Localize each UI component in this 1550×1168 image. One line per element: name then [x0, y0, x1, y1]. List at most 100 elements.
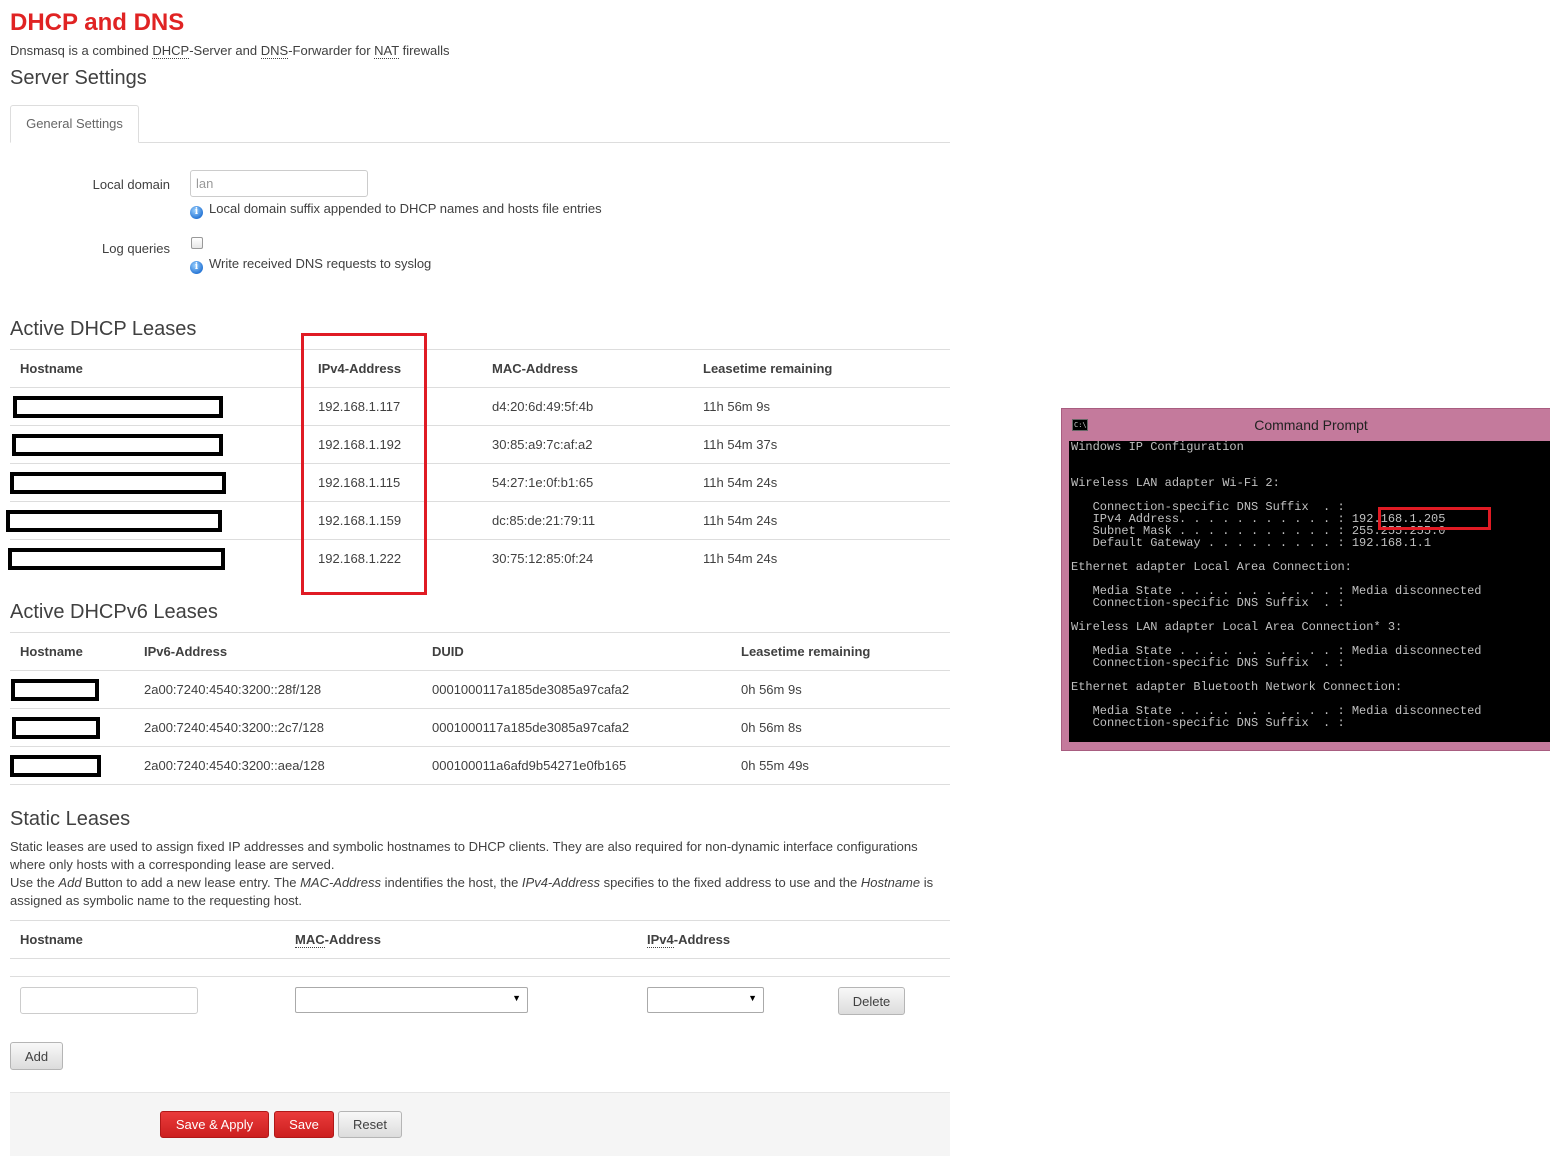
- desc-text: -Forwarder for: [288, 43, 375, 58]
- local-domain-input[interactable]: [190, 170, 368, 197]
- static-leases-usage: Use the Add Button to add a new lease en…: [10, 874, 950, 910]
- dhcp-leases-table: Hostname IPv4-Address MAC-Address Leaset…: [6, 349, 950, 578]
- mac-cell: 30:85:a9:7c:af:a2: [482, 425, 693, 464]
- hostname-cell: [10, 670, 134, 709]
- table-header-row: Hostname IPv4-Address MAC-Address Leaset…: [10, 349, 950, 388]
- table-row: 2a00:7240:4540:3200::aea/128 000100011a6a…: [10, 746, 950, 785]
- reset-button[interactable]: Reset: [338, 1111, 402, 1138]
- table-row: 192.168.1.222 30:75:12:85:0f:24 11h 54m 24…: [8, 540, 950, 578]
- mac-cell: 54:27:1e:0f:b1:65: [482, 463, 693, 502]
- command-prompt-window: C:\ Command Prompt Windows IP Configurat…: [1061, 408, 1550, 751]
- log-queries-checkbox[interactable]: [191, 237, 203, 249]
- redacted-hostname: [11, 678, 99, 701]
- duid-cell: 000100011a6afd9b54271e0fb165: [422, 746, 731, 785]
- redacted-hostname: [12, 716, 100, 739]
- usage-em: MAC-Address: [300, 875, 381, 890]
- dhcpv6-leases-table: Hostname IPv6-Address DUID Leasetime rem…: [10, 632, 950, 785]
- lease-cell: 0h 56m 8s: [731, 708, 950, 747]
- table-row: 2a00:7240:4540:3200::2c7/128 0001000117a1…: [10, 708, 950, 747]
- hostname-cell: [10, 708, 134, 747]
- page-title: DHCP and DNS: [10, 9, 185, 36]
- dhcp-abbr: DHCP: [152, 43, 190, 59]
- table-header-row: Hostname MAC-Address IPv4-Address: [10, 920, 950, 959]
- hostname-cell: [6, 501, 308, 540]
- tab-general-settings[interactable]: General Settings: [10, 105, 139, 143]
- static-leases-description: Static leases are used to assign fixed I…: [10, 839, 918, 872]
- help-text: Local domain suffix appended to DHCP nam…: [209, 201, 602, 216]
- table-row: 192.168.1.117 d4:20:6d:49:5f:4b 11h 56m 9s: [10, 387, 950, 426]
- usage-text: indentifies the host, the: [380, 875, 522, 890]
- delete-button[interactable]: Delete: [838, 987, 905, 1015]
- usage-em: Add: [58, 875, 82, 890]
- desc-text: firewalls: [398, 43, 450, 58]
- dhcpv6-leases-title: Active DHCPv6 Leases: [10, 601, 218, 623]
- usage-em: IPv4-Address: [521, 875, 600, 890]
- cmd-console[interactable]: Windows IP Configuration Wireless LAN ad…: [1069, 441, 1550, 742]
- ipv6-cell: 2a00:7240:4540:3200::2c7/128: [134, 708, 422, 747]
- usage-em: Hostname: [860, 875, 921, 890]
- page-description: Dnsmasq is a combined DHCP-Server and DN…: [10, 43, 450, 59]
- mac-cell: d4:20:6d:49:5f:4b: [482, 387, 693, 426]
- column-header-hostname: Hostname: [10, 349, 308, 388]
- row-divider: [10, 976, 950, 977]
- duid-cell: 0001000117a185de3085a97cafa2: [422, 670, 731, 709]
- header-text: -Address: [673, 932, 731, 947]
- lease-cell: 11h 54m 24s: [693, 501, 950, 540]
- redacted-hostname: [12, 433, 223, 456]
- hostname-cell: [8, 540, 308, 578]
- redacted-hostname: [10, 754, 101, 777]
- settings-tabs: General Settings: [10, 105, 950, 143]
- save-button[interactable]: Save: [274, 1111, 334, 1138]
- cmd-output: Windows IP Configuration Wireless LAN ad…: [1071, 441, 1482, 730]
- table-header-row: Hostname IPv6-Address DUID Leasetime rem…: [10, 632, 950, 671]
- log-queries-label: Log queries: [102, 241, 170, 256]
- dns-abbr: DNS: [260, 43, 289, 59]
- dropdown-arrow-icon: ▼: [512, 993, 521, 1003]
- add-button[interactable]: Add: [10, 1042, 63, 1070]
- mac-abbr: MAC: [295, 932, 325, 948]
- table-row: 192.168.1.159 dc:85:de:21:79:11 11h 54m 24…: [6, 501, 950, 540]
- ipv4-abbr: IPv4: [647, 932, 674, 948]
- hostname-cell: [10, 746, 134, 785]
- info-icon: i: [190, 261, 203, 274]
- lease-cell: 0h 55m 49s: [731, 746, 950, 785]
- lease-cell: 11h 54m 37s: [693, 425, 950, 464]
- static-hostname-input[interactable]: [20, 987, 198, 1014]
- static-ipv4-select[interactable]: ▼: [647, 987, 764, 1013]
- nat-abbr: NAT: [374, 43, 399, 59]
- dropdown-arrow-icon: ▼: [748, 993, 757, 1003]
- column-header-duid: DUID: [422, 632, 731, 671]
- column-header-ipv6: IPv6-Address: [134, 632, 422, 671]
- lease-cell: 0h 56m 9s: [731, 670, 950, 709]
- hostname-cell: [10, 425, 308, 464]
- hostname-cell: [10, 387, 308, 426]
- save-apply-button[interactable]: Save & Apply: [160, 1111, 269, 1138]
- static-leases-table: Hostname MAC-Address IPv4-Address: [10, 920, 950, 959]
- ipv6-cell: 2a00:7240:4540:3200::aea/128: [134, 746, 422, 785]
- log-queries-help: i Write received DNS requests to syslog: [190, 256, 431, 274]
- static-mac-select[interactable]: ▼: [295, 987, 528, 1013]
- table-row: 192.168.1.115 54:27:1e:0f:b1:65 11h 54m 24…: [10, 463, 950, 502]
- lease-cell: 11h 54m 24s: [703, 551, 778, 567]
- server-settings-title: Server Settings: [10, 67, 147, 89]
- local-domain-label: Local domain: [92, 177, 170, 192]
- lease-cell: 11h 56m 9s: [693, 387, 950, 426]
- desc-text: Dnsmasq is a combined: [10, 43, 153, 58]
- help-text: Write received DNS requests to syslog: [209, 256, 432, 271]
- dhcp-leases-title: Active DHCP Leases: [10, 318, 197, 340]
- desc-text: -Server and: [189, 43, 261, 58]
- usage-text: Use the: [10, 875, 59, 890]
- redacted-hostname: [10, 471, 226, 494]
- column-header-mac: MAC-Address: [285, 920, 637, 959]
- redacted-hostname: [6, 509, 222, 532]
- usage-text: Button to add a new lease entry. The: [81, 875, 301, 890]
- usage-text: specifies to the fixed address to use an…: [599, 875, 861, 890]
- table-row: 2a00:7240:4540:3200::28f/128 0001000117a1…: [10, 670, 950, 709]
- info-icon: i: [190, 206, 203, 219]
- column-header-mac: MAC-Address: [482, 349, 693, 388]
- cmd-window-title: Command Prompt: [1254, 417, 1368, 433]
- static-leases-title: Static Leases: [10, 808, 131, 830]
- mac-cell: 30:75:12:85:0f:24: [492, 551, 594, 567]
- header-text: -Address: [324, 932, 381, 947]
- redacted-hostname: [13, 395, 223, 418]
